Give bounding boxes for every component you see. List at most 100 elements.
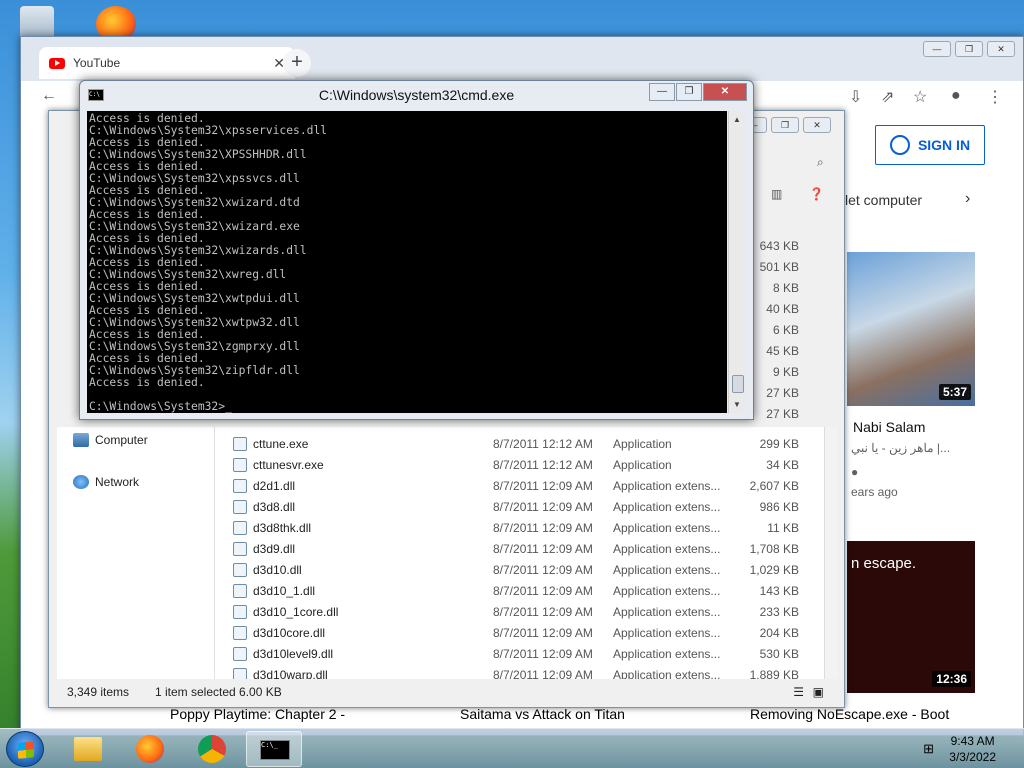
file-size: 233 KB: [759, 604, 799, 619]
file-name: d3d9.dll: [253, 541, 296, 556]
explorer-taskbar-icon[interactable]: [60, 731, 116, 767]
filter-chip[interactable]: let computer: [845, 192, 922, 208]
navigation-pane: Computer Network: [57, 427, 215, 679]
firefox-taskbar-icon[interactable]: [122, 731, 178, 767]
search-icon[interactable]: ⌕: [817, 155, 824, 170]
verified-icon: ●: [851, 465, 859, 479]
sign-in-button[interactable]: SIGN IN: [875, 125, 985, 165]
nav-item-computer[interactable]: Computer: [73, 433, 148, 447]
browser-titlebar: YouTube ✕ + — ❐ ✕: [21, 37, 1023, 81]
chrome-taskbar-icon[interactable]: [184, 731, 240, 767]
file-name: d3d10_1core.dll: [253, 604, 339, 619]
help-icon[interactable]: ❓: [809, 187, 824, 201]
computer-icon: [73, 433, 89, 447]
maximize-button[interactable]: ❐: [955, 41, 983, 57]
nav-item-network[interactable]: Network: [73, 475, 139, 489]
table-row[interactable]: d3d8thk.dll 8/7/2011 12:09 AM Application …: [227, 517, 824, 538]
explorer-content: Computer Network cttune.exe 8/7/2011 12:1…: [57, 427, 838, 679]
minimize-button[interactable]: —: [649, 83, 675, 101]
table-row[interactable]: d3d10core.dll 8/7/2011 12:09 AM Applicatio…: [227, 622, 824, 643]
table-row[interactable]: d3d10_1core.dll 8/7/2011 12:09 AM Applicat…: [227, 601, 824, 622]
share-icon[interactable]: ⇗: [881, 87, 894, 107]
table-row[interactable]: cttune.exe 8/7/2011 12:12 AM Application 29…: [227, 433, 824, 454]
file-size: 2,607 KB: [749, 478, 799, 493]
file-date: 8/7/2011 12:09 AM: [493, 646, 593, 661]
windows-start-icon[interactable]: [6, 731, 44, 767]
dll-file-icon: [233, 541, 247, 556]
file-name: d3d10core.dll: [253, 625, 326, 640]
scroll-up-icon[interactable]: ▲: [733, 115, 741, 124]
thumbnail-view-icon[interactable]: ▣: [813, 685, 824, 699]
preview-pane-icon[interactable]: ▥: [771, 187, 782, 201]
file-name: cttunesvr.exe: [253, 457, 324, 472]
close-button[interactable]: ✕: [803, 117, 831, 133]
nav-label: Computer: [95, 433, 148, 447]
dll-file-icon: [233, 604, 247, 619]
file-name: d3d10level9.dll: [253, 646, 334, 661]
clock-date: 3/3/2022: [949, 750, 996, 764]
dll-file-icon: [233, 646, 247, 661]
item-count: 3,349 items: [67, 685, 130, 699]
network-tray-icon[interactable]: ⊞: [923, 741, 934, 757]
video-thumbnail[interactable]: 5:37: [847, 252, 975, 406]
table-row[interactable]: d3d10_1.dll 8/7/2011 12:09 AM Application …: [227, 580, 824, 601]
file-name: d3d8.dll: [253, 499, 296, 514]
tab-youtube[interactable]: YouTube ✕: [39, 47, 295, 79]
video-title[interactable]: Poppy Playtime: Chapter 2 -: [170, 706, 345, 722]
clock[interactable]: 9:43 AM 3/3/2022: [949, 733, 996, 765]
table-row[interactable]: d3d9.dll 8/7/2011 12:09 AM Application ext…: [227, 538, 824, 559]
scroll-thumb[interactable]: [732, 375, 744, 393]
table-row[interactable]: d3d8.dll 8/7/2011 12:09 AM Application ext…: [227, 496, 824, 517]
vertical-scrollbar[interactable]: [824, 427, 838, 679]
minimize-button[interactable]: —: [923, 41, 951, 57]
table-row[interactable]: d3d10warp.dll 8/7/2011 12:09 AM Applicatio…: [227, 664, 824, 679]
dll-file-icon: [233, 499, 247, 514]
video-title[interactable]: Nabi Salam: [853, 419, 925, 435]
file-type: Application extens...: [613, 541, 721, 556]
file-type: Application extens...: [613, 583, 721, 598]
cmd-scrollbar[interactable]: ▲ ▼: [728, 111, 746, 413]
file-name: d3d10.dll: [253, 562, 302, 577]
bookmark-star-icon[interactable]: ☆: [913, 87, 927, 107]
table-row[interactable]: d2d1.dll 8/7/2011 12:09 AM Application ext…: [227, 475, 824, 496]
cmd-window: C:\ C:\Windows\system32\cmd.exe — ❐ ✕ Ac…: [79, 80, 754, 420]
thumbnail-text: n escape.: [851, 555, 917, 572]
video-thumbnail[interactable]: n escape. 12:36: [847, 541, 975, 693]
file-date: 8/7/2011 12:09 AM: [493, 499, 593, 514]
chevron-right-icon[interactable]: ›: [965, 190, 970, 208]
menu-icon[interactable]: ⋮: [987, 87, 1003, 107]
dll-file-icon: [233, 478, 247, 493]
maximize-button[interactable]: ❐: [676, 83, 702, 101]
scroll-down-icon[interactable]: ▼: [733, 400, 741, 409]
dll-file-icon: [233, 667, 247, 679]
back-icon[interactable]: ←: [41, 87, 57, 105]
maximize-button[interactable]: ❐: [771, 117, 799, 133]
cmd-taskbar-icon[interactable]: C:\_: [246, 731, 302, 767]
taskbar: C:\_ ⊞ 9:43 AM 3/3/2022: [0, 728, 1024, 768]
file-type: Application extens...: [613, 646, 721, 661]
new-tab-button[interactable]: +: [283, 49, 311, 77]
file-name: cttune.exe: [253, 436, 309, 451]
close-button[interactable]: ✕: [703, 83, 747, 101]
video-title[interactable]: Removing NoEscape.exe - Boot: [750, 706, 949, 722]
clock-time: 9:43 AM: [950, 734, 995, 748]
profile-icon[interactable]: ●: [951, 87, 961, 105]
video-title[interactable]: Saitama vs Attack on Titan: [460, 706, 625, 722]
install-icon[interactable]: ⇩: [849, 87, 862, 107]
close-button[interactable]: ✕: [987, 41, 1015, 57]
table-row[interactable]: d3d10level9.dll 8/7/2011 12:09 AM Applicat…: [227, 643, 824, 664]
table-row[interactable]: d3d10.dll 8/7/2011 12:09 AM Application ex…: [227, 559, 824, 580]
file-size: 299 KB: [759, 436, 799, 451]
file-date: 8/7/2011 12:09 AM: [493, 562, 593, 577]
file-type: Application extens...: [613, 604, 721, 619]
console-output[interactable]: Access is denied. C:\Windows\System32\xp…: [87, 111, 727, 413]
selection-info: 1 item selected 6.00 KB: [155, 685, 282, 699]
dll-file-icon: [233, 520, 247, 535]
details-view-icon[interactable]: ☰: [793, 685, 804, 699]
status-bar: 3,349 items 1 item selected 6.00 KB ☰ ▣: [57, 681, 838, 703]
table-row[interactable]: cttunesvr.exe 8/7/2011 12:12 AM Applicatio…: [227, 454, 824, 475]
channel-name[interactable]: ماهر زين - يا نبي |...: [851, 441, 950, 455]
cmd-titlebar[interactable]: C:\ C:\Windows\system32\cmd.exe — ❐ ✕: [80, 81, 753, 109]
file-size: 530 KB: [759, 646, 799, 661]
file-date: 8/7/2011 12:09 AM: [493, 583, 593, 598]
